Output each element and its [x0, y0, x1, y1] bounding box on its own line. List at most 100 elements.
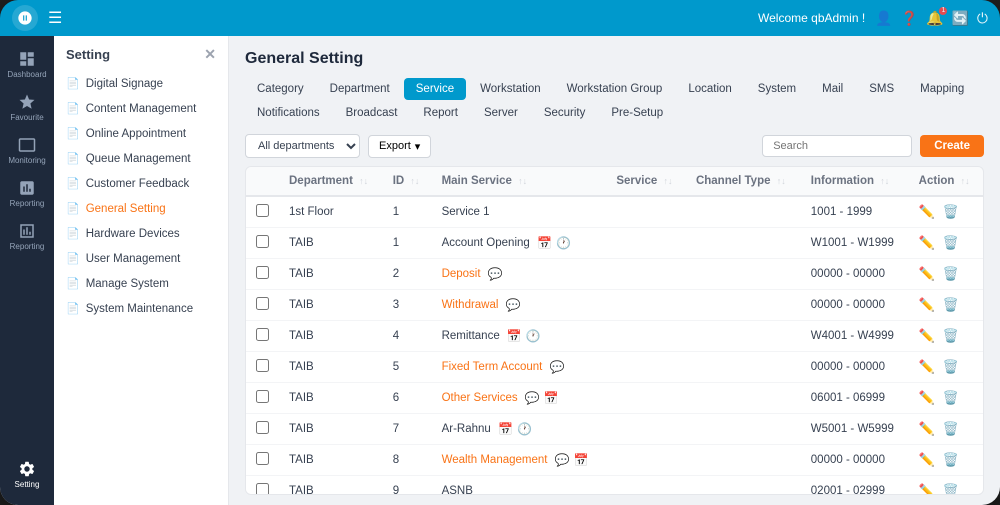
- edit-icon[interactable]: ✏️: [919, 297, 935, 313]
- sidenav-reporting[interactable]: Reporting: [5, 173, 49, 214]
- sidebar-close-icon[interactable]: ✕: [204, 46, 216, 63]
- sidebar-item-label: Manage System: [86, 278, 169, 290]
- tab-broadcast[interactable]: Broadcast: [334, 102, 410, 124]
- menu-icon[interactable]: ☰: [48, 8, 62, 28]
- sidebar-item-digital-signage[interactable]: 📄 Digital Signage: [54, 71, 228, 96]
- welcome-text: Welcome qbAdmin !: [758, 11, 865, 25]
- delete-icon[interactable]: 🗑️: [943, 452, 959, 468]
- power-icon[interactable]: ⏻: [977, 10, 988, 27]
- tab-workstation-group[interactable]: Workstation Group: [555, 78, 675, 100]
- sidebar-item-hardware-devices[interactable]: 📄 Hardware Devices: [54, 221, 228, 246]
- edit-icon[interactable]: ✏️: [919, 266, 935, 282]
- sidebar-item-user-management[interactable]: 📄 User Management: [54, 246, 228, 271]
- row-dept: TAIB: [279, 228, 383, 259]
- col-main-service[interactable]: Main Service ↑↓: [432, 167, 607, 196]
- sidebar-item-system-maintenance[interactable]: 📄 System Maintenance: [54, 296, 228, 321]
- row-checkbox[interactable]: [256, 328, 269, 341]
- create-button[interactable]: Create: [920, 135, 984, 157]
- sidebar-item-queue-management[interactable]: 📄 Queue Management: [54, 146, 228, 171]
- row-checkbox-cell: [246, 476, 279, 496]
- topbar-left: ☰: [12, 5, 62, 31]
- row-checkbox-cell: [246, 321, 279, 352]
- export-button[interactable]: Export ▾: [368, 135, 431, 158]
- col-service[interactable]: Service ↑↓: [606, 167, 686, 196]
- help-icon[interactable]: ❓: [901, 10, 918, 27]
- row-checkbox-cell: [246, 414, 279, 445]
- col-department[interactable]: Department ↑↓: [279, 167, 383, 196]
- table-header-row: Department ↑↓ ID ↑↓ Main Service ↑↓ Serv…: [246, 167, 983, 196]
- edit-icon[interactable]: ✏️: [919, 359, 935, 375]
- row-information: W5001 - W5999: [801, 414, 909, 445]
- edit-icon[interactable]: ✏️: [919, 235, 935, 251]
- tab-service[interactable]: Service: [404, 78, 466, 100]
- col-id[interactable]: ID ↑↓: [383, 167, 432, 196]
- delete-icon[interactable]: 🗑️: [943, 235, 959, 251]
- sidebar-item-manage-system[interactable]: 📄 Manage System: [54, 271, 228, 296]
- tab-security[interactable]: Security: [532, 102, 598, 124]
- row-checkbox[interactable]: [256, 297, 269, 310]
- edit-icon[interactable]: ✏️: [919, 204, 935, 220]
- sidebar-item-customer-feedback[interactable]: 📄 Customer Feedback: [54, 171, 228, 196]
- row-checkbox[interactable]: [256, 390, 269, 403]
- tab-workstation[interactable]: Workstation: [468, 78, 553, 100]
- sidenav-setting[interactable]: Setting: [5, 454, 49, 495]
- delete-icon[interactable]: 🗑️: [943, 390, 959, 406]
- row-checkbox[interactable]: [256, 204, 269, 217]
- sidebar-item-general-setting[interactable]: 📄 General Setting: [54, 196, 228, 221]
- tab-system[interactable]: System: [746, 78, 808, 100]
- table-row: TAIB 9 ASNB 02001 - 02999 ✏️ 🗑️: [246, 476, 983, 496]
- delete-icon[interactable]: 🗑️: [943, 266, 959, 282]
- delete-icon[interactable]: 🗑️: [943, 421, 959, 437]
- row-id: 8: [383, 445, 432, 476]
- refresh-icon[interactable]: 🔄: [951, 10, 968, 27]
- sidebar-item-content-management[interactable]: 📄 Content Management: [54, 96, 228, 121]
- edit-icon[interactable]: ✏️: [919, 483, 935, 495]
- delete-icon[interactable]: 🗑️: [943, 328, 959, 344]
- tab-location[interactable]: Location: [676, 78, 743, 100]
- delete-icon[interactable]: 🗑️: [943, 297, 959, 313]
- row-service: [606, 259, 686, 290]
- row-service: [606, 445, 686, 476]
- dept-select[interactable]: All departments: [245, 134, 360, 158]
- row-checkbox[interactable]: [256, 483, 269, 495]
- tab-mapping[interactable]: Mapping: [908, 78, 976, 100]
- tab-category[interactable]: Category: [245, 78, 316, 100]
- calendar-icon: 📅: [544, 391, 559, 405]
- sidenav-reporting-old[interactable]: Reporting: [5, 216, 49, 257]
- export-label: Export: [379, 140, 411, 152]
- tab-report[interactable]: Report: [411, 102, 470, 124]
- user-icon[interactable]: 👤: [875, 10, 892, 27]
- edit-icon[interactable]: ✏️: [919, 452, 935, 468]
- sidenav-monitoring[interactable]: Monitoring: [5, 130, 49, 171]
- search-input[interactable]: [762, 135, 912, 157]
- row-checkbox[interactable]: [256, 266, 269, 279]
- sidenav-dashboard[interactable]: Dashboard: [5, 44, 49, 85]
- sidenav-favourite[interactable]: Favourite: [5, 87, 49, 128]
- row-checkbox-cell: [246, 196, 279, 228]
- tab-pre-setup[interactable]: Pre-Setup: [599, 102, 675, 124]
- tab-notifications[interactable]: Notifications: [245, 102, 332, 124]
- row-id: 1: [383, 196, 432, 228]
- delete-icon[interactable]: 🗑️: [943, 483, 959, 495]
- col-channel-type[interactable]: Channel Type ↑↓: [686, 167, 801, 196]
- tab-department[interactable]: Department: [318, 78, 402, 100]
- row-id: 1: [383, 228, 432, 259]
- tab-server[interactable]: Server: [472, 102, 530, 124]
- row-id: 2: [383, 259, 432, 290]
- col-information[interactable]: Information ↑↓: [801, 167, 909, 196]
- sidebar-item-online-appointment[interactable]: 📄 Online Appointment: [54, 121, 228, 146]
- row-checkbox[interactable]: [256, 421, 269, 434]
- delete-icon[interactable]: 🗑️: [943, 359, 959, 375]
- row-checkbox[interactable]: [256, 452, 269, 465]
- tab-mail[interactable]: Mail: [810, 78, 855, 100]
- tab-sms[interactable]: SMS: [857, 78, 906, 100]
- clock-icon: 🕐: [556, 236, 571, 250]
- row-checkbox[interactable]: [256, 235, 269, 248]
- row-channel-type: [686, 196, 801, 228]
- delete-icon[interactable]: 🗑️: [943, 204, 959, 220]
- notification-icon[interactable]: 🔔1: [926, 10, 943, 27]
- edit-icon[interactable]: ✏️: [919, 390, 935, 406]
- row-checkbox[interactable]: [256, 359, 269, 372]
- edit-icon[interactable]: ✏️: [919, 328, 935, 344]
- edit-icon[interactable]: ✏️: [919, 421, 935, 437]
